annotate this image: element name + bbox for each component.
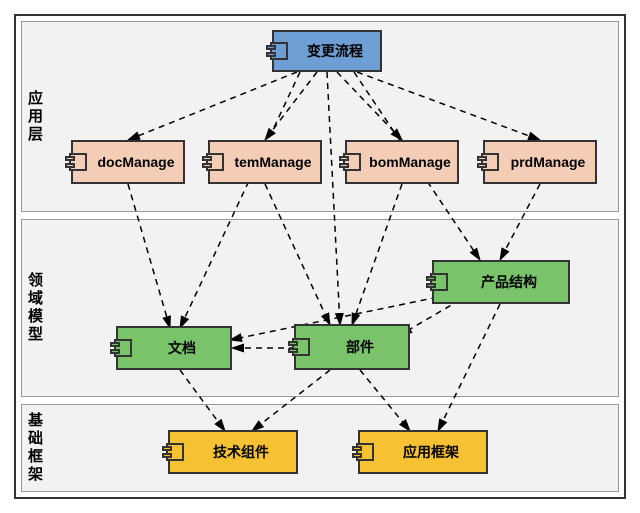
component-icon [110, 339, 132, 357]
layer-app-title-text: 应用层 [28, 90, 46, 144]
component-icon [352, 443, 374, 461]
component-icon [477, 153, 499, 171]
comp-part-label: 部件 [346, 337, 374, 357]
component-icon [202, 153, 224, 171]
comp-docManage-label: docManage [97, 154, 174, 170]
layer-domain: 领域模型 [21, 219, 619, 397]
comp-product-label: 产品结构 [481, 272, 537, 292]
comp-doc-label: 文档 [168, 338, 196, 358]
component-icon [266, 42, 288, 60]
comp-prdManage: prdManage [483, 140, 597, 184]
comp-product: 产品结构 [432, 260, 570, 304]
component-icon [162, 443, 184, 461]
layer-infra-title-text: 基础框架 [28, 412, 46, 484]
comp-temManage: temManage [208, 140, 322, 184]
comp-appfw-label: 应用框架 [403, 442, 459, 462]
component-icon [288, 338, 310, 356]
comp-docManage: docManage [71, 140, 185, 184]
comp-prdManage-label: prdManage [511, 154, 586, 170]
comp-tech-label: 技术组件 [213, 442, 269, 462]
layer-domain-title-text: 领域模型 [28, 272, 46, 344]
comp-change-label: 变更流程 [307, 41, 363, 61]
layer-app-title: 应用层 [28, 90, 46, 144]
comp-change: 变更流程 [272, 30, 382, 72]
layer-infra-title: 基础框架 [28, 412, 46, 484]
comp-part: 部件 [294, 324, 410, 370]
comp-doc: 文档 [116, 326, 232, 370]
comp-temManage-label: temManage [234, 154, 311, 170]
layer-infra: 基础框架 [21, 404, 619, 492]
component-icon [339, 153, 361, 171]
comp-bomManage-label: bomManage [369, 154, 451, 170]
comp-tech: 技术组件 [168, 430, 298, 474]
comp-bomManage: bomManage [345, 140, 459, 184]
layer-domain-title: 领域模型 [28, 272, 46, 344]
component-icon [65, 153, 87, 171]
comp-appfw: 应用框架 [358, 430, 488, 474]
component-icon [426, 273, 448, 291]
diagram-stage: 应用层 领域模型 基础框架 [0, 0, 640, 513]
